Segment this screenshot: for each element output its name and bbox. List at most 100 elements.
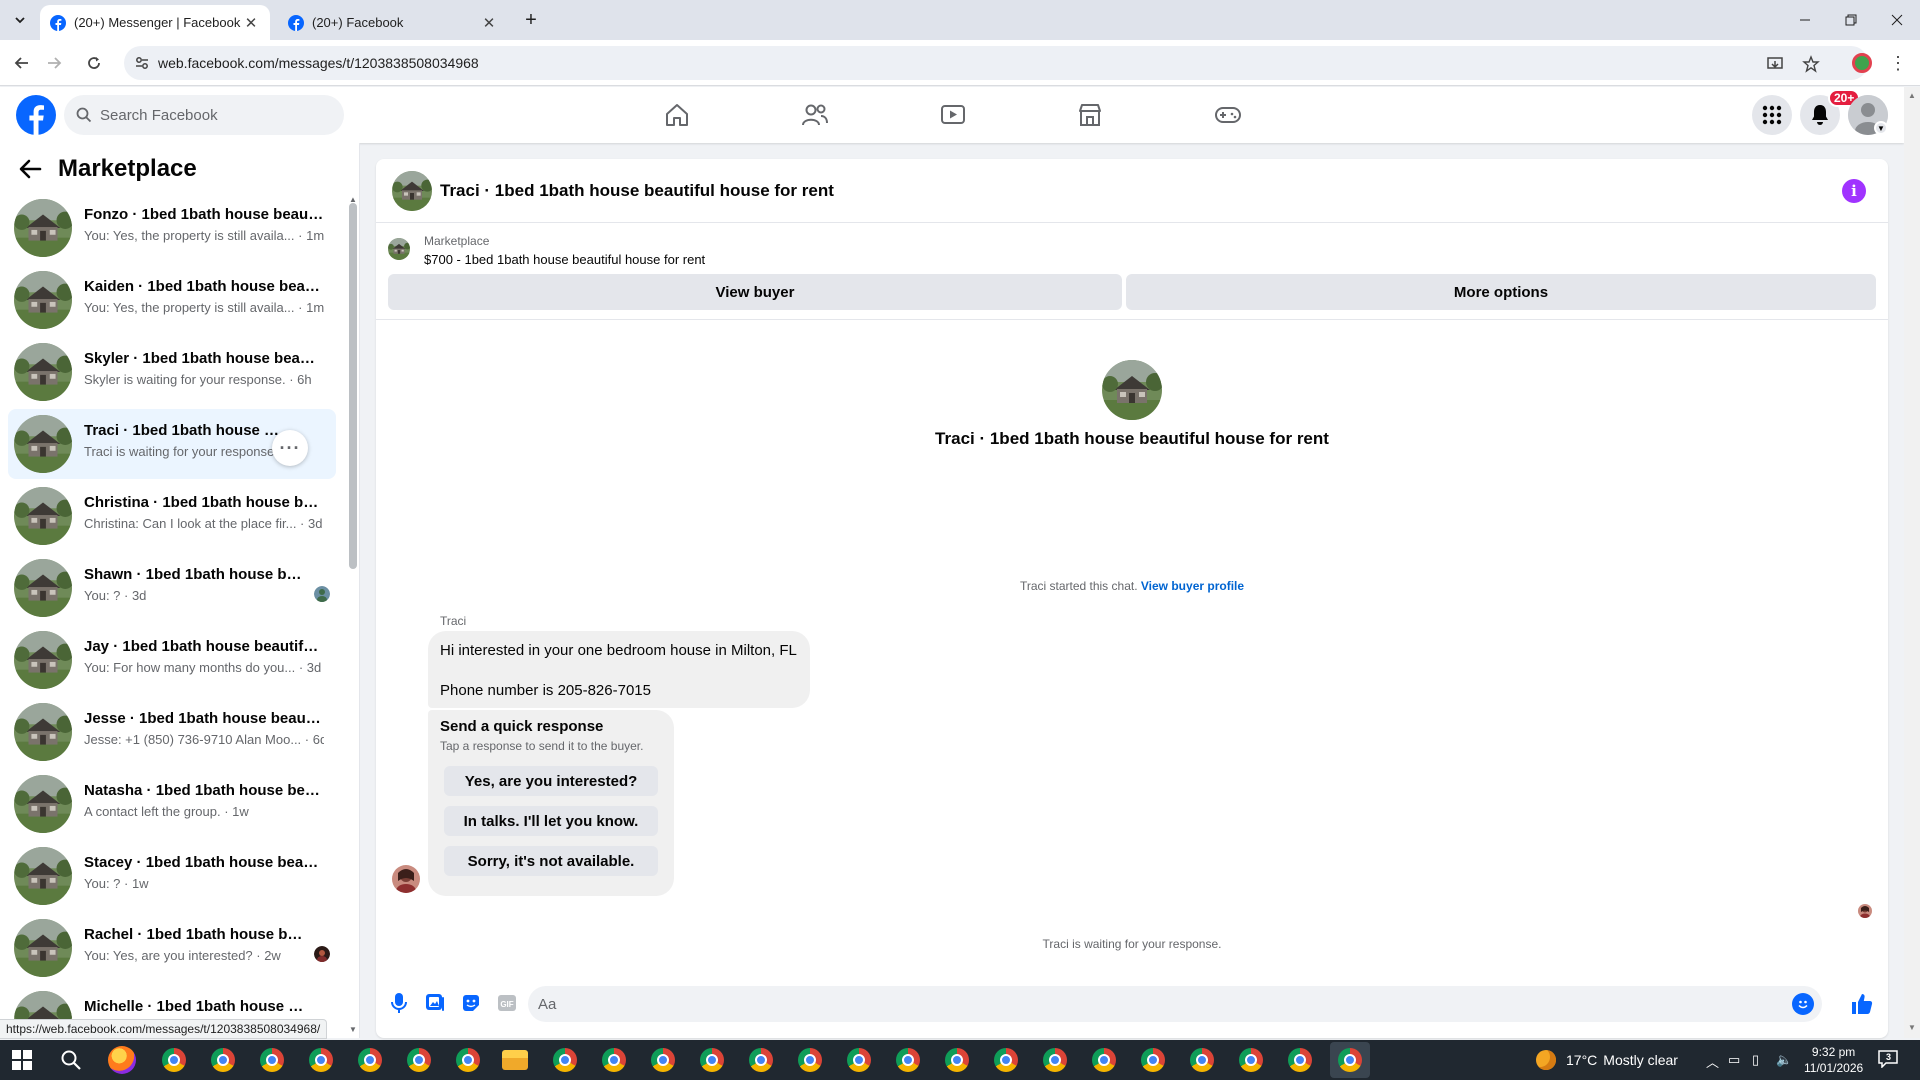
chrome-icon[interactable] xyxy=(309,1048,333,1072)
page-scrollbar[interactable]: ▲ ▼ xyxy=(1904,87,1920,1038)
conversation-item[interactable]: Jesse · 1bed 1bath house beautiful house… xyxy=(8,697,336,767)
sidebar-scrollbar[interactable] xyxy=(349,203,357,569)
chrome-icon[interactable] xyxy=(749,1048,773,1072)
chrome-icon[interactable] xyxy=(456,1048,480,1072)
watch-video-icon[interactable] xyxy=(935,97,971,133)
quick-response-button[interactable]: Sorry, it's not available. xyxy=(444,846,658,876)
conversation-item[interactable]: Stacey · 1bed 1bath house beautiful hous… xyxy=(8,841,336,911)
browser-menu-icon[interactable]: ⋮ xyxy=(1888,53,1908,73)
chrome-icon[interactable] xyxy=(211,1048,235,1072)
message-input[interactable] xyxy=(538,986,1778,1022)
menu-grid-icon[interactable] xyxy=(1752,95,1792,135)
quick-response-button[interactable]: Yes, are you interested? xyxy=(444,766,658,796)
microphone-icon[interactable] xyxy=(388,992,410,1014)
home-icon[interactable] xyxy=(659,97,695,133)
forward-arrow-icon[interactable] xyxy=(42,51,66,75)
network-icon[interactable]: ▭ xyxy=(1728,1052,1740,1068)
chrome-icon[interactable] xyxy=(407,1048,431,1072)
more-options-button[interactable]: More options xyxy=(1126,274,1876,310)
conversation-info-icon[interactable]: i xyxy=(1842,179,1866,203)
notification-center-icon[interactable]: 3 xyxy=(1878,1050,1900,1070)
volume-icon[interactable]: 🔈 xyxy=(1776,1052,1792,1068)
tab-facebook[interactable]: (20+) Facebook ✕ xyxy=(278,5,508,40)
conversation-item[interactable]: Rachel · 1bed 1bath house beautiful hous… xyxy=(8,913,336,983)
chrome-icon[interactable] xyxy=(553,1048,577,1072)
chrome-icon[interactable] xyxy=(1043,1048,1067,1072)
chrome-icon[interactable] xyxy=(945,1048,969,1072)
gif-icon[interactable]: GIF xyxy=(496,992,518,1014)
close-window-icon[interactable] xyxy=(1874,0,1920,40)
battery-icon[interactable]: ▯ xyxy=(1752,1052,1759,1068)
message-input-box[interactable] xyxy=(528,986,1822,1022)
friends-icon[interactable] xyxy=(797,97,833,133)
tab-messenger[interactable]: (20+) Messenger | Facebook ✕ xyxy=(40,5,270,40)
sticker-icon[interactable] xyxy=(460,992,482,1014)
install-app-icon[interactable] xyxy=(1766,55,1784,73)
tab-close-icon[interactable]: ✕ xyxy=(480,14,498,32)
scroll-up-icon[interactable]: ▲ xyxy=(1908,91,1916,100)
conversation-item-selected[interactable]: Traci · 1bed 1bath house beautiful house… xyxy=(8,409,336,479)
marketplace-icon[interactable] xyxy=(1072,97,1108,133)
chrome-icon[interactable] xyxy=(1141,1048,1165,1072)
chrome-icon[interactable] xyxy=(358,1048,382,1072)
back-arrow-icon[interactable] xyxy=(10,51,34,75)
gaming-icon[interactable] xyxy=(1210,97,1246,133)
tray-chevron-icon[interactable]: ︿ xyxy=(1706,1052,1719,1071)
quick-response-button[interactable]: In talks. I'll let you know. xyxy=(444,806,658,836)
conversation-item[interactable]: Shawn · 1bed 1bath house beautiful house… xyxy=(8,553,336,623)
file-explorer-icon[interactable] xyxy=(502,1050,528,1070)
weather-widget[interactable]: 17°C Mostly clear xyxy=(1536,1050,1678,1070)
facebook-logo-icon[interactable] xyxy=(16,95,56,135)
chrome-icon[interactable] xyxy=(994,1048,1018,1072)
chrome-icon[interactable] xyxy=(602,1048,626,1072)
windows-start-icon[interactable] xyxy=(12,1050,32,1070)
chrome-icon[interactable] xyxy=(1239,1048,1263,1072)
conversation-item[interactable]: Natasha · 1bed 1bath house beautiful hou… xyxy=(8,769,336,839)
chrome-icon[interactable] xyxy=(847,1048,871,1072)
chrome-icon[interactable] xyxy=(651,1048,675,1072)
chrome-icon-active[interactable] xyxy=(1338,1048,1362,1072)
scroll-down-icon[interactable]: ▼ xyxy=(348,1025,358,1035)
chrome-icon[interactable] xyxy=(1092,1048,1116,1072)
chrome-icon[interactable] xyxy=(700,1048,724,1072)
reload-icon[interactable] xyxy=(82,51,106,75)
restore-icon[interactable] xyxy=(1828,0,1874,40)
conversation-item[interactable]: Skyler · 1bed 1bath house beautiful hous… xyxy=(8,337,336,407)
chrome-icon[interactable] xyxy=(798,1048,822,1072)
view-buyer-profile-link[interactable]: View buyer profile xyxy=(1141,579,1244,593)
sidebar-header: Marketplace xyxy=(16,155,197,183)
taskbar-clock[interactable]: 9:32 pm 11/01/2026 xyxy=(1804,1044,1863,1076)
conversation-item[interactable]: Kaiden · 1bed 1bath house beautiful hous… xyxy=(8,265,336,335)
chrome-icon[interactable] xyxy=(162,1048,186,1072)
tab-search-chevron-icon[interactable] xyxy=(8,8,32,32)
address-bar[interactable]: web.facebook.com/messages/t/120383850803… xyxy=(124,46,1868,80)
emoji-icon[interactable] xyxy=(1792,993,1814,1015)
chrome-icon[interactable] xyxy=(260,1048,284,1072)
more-options-icon[interactable]: ··· xyxy=(272,430,308,466)
conversation-item[interactable]: Jay · 1bed 1bath house beautiful house f… xyxy=(8,625,336,695)
taskbar-search-icon[interactable] xyxy=(60,1049,82,1071)
tab-close-icon[interactable]: ✕ xyxy=(242,14,260,32)
chat-avatar[interactable] xyxy=(392,171,432,211)
chrome-icon[interactable] xyxy=(1190,1048,1214,1072)
conversation-item[interactable]: Christina · 1bed 1bath house beautiful h… xyxy=(8,481,336,551)
new-tab-icon[interactable]: + xyxy=(519,8,543,32)
chat-title[interactable]: Traci · 1bed 1bath house beautiful house… xyxy=(440,181,834,201)
firefox-icon[interactable] xyxy=(108,1046,136,1074)
site-settings-icon[interactable] xyxy=(134,55,150,71)
listing-title[interactable]: $700 - 1bed 1bath house beautiful house … xyxy=(424,252,705,267)
conversation-item[interactable]: Fonzo · 1bed 1bath house beautiful house… xyxy=(8,193,336,263)
scroll-down-icon[interactable]: ▼ xyxy=(1908,1023,1916,1032)
account-chevron-icon[interactable]: ▼ xyxy=(1874,121,1888,135)
photo-icon[interactable] xyxy=(424,992,446,1014)
chrome-icon[interactable] xyxy=(896,1048,920,1072)
sender-avatar[interactable] xyxy=(392,865,420,893)
search-input[interactable]: Search Facebook xyxy=(64,95,344,135)
like-thumbs-up-icon[interactable] xyxy=(1850,992,1874,1016)
minimize-icon[interactable] xyxy=(1782,0,1828,40)
chrome-icon[interactable] xyxy=(1288,1048,1312,1072)
back-arrow-icon[interactable] xyxy=(16,155,44,183)
view-buyer-button[interactable]: View buyer xyxy=(388,274,1122,310)
browser-profile-icon[interactable] xyxy=(1852,53,1872,73)
bookmark-star-icon[interactable] xyxy=(1802,55,1820,73)
